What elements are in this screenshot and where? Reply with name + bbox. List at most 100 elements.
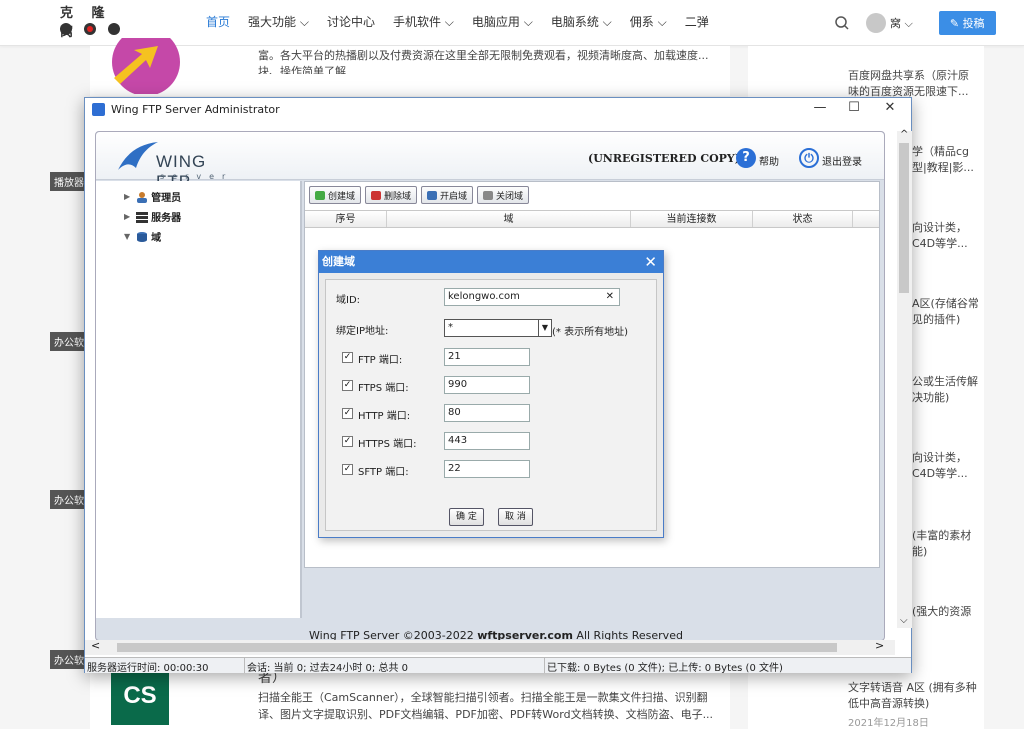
- nav-home[interactable]: 首页: [206, 13, 230, 30]
- wing-logo-icon: [118, 142, 158, 170]
- bg-right-item-2[interactable]: 学（精品cg型|教程|影...: [912, 144, 982, 176]
- window-titlebar[interactable]: Wing FTP Server Administrator — ☐ ✕: [85, 98, 911, 120]
- domain-id-input[interactable]: kelongwo.com ✕: [444, 288, 620, 306]
- dialog-body: 域ID: kelongwo.com ✕ 绑定IP地址: * ▼ (* 表示所有地…: [325, 279, 657, 531]
- col-index[interactable]: 序号: [305, 211, 387, 227]
- http-port-input[interactable]: 80: [444, 404, 530, 422]
- dialog-title: 创建域: [322, 255, 355, 268]
- nav-features[interactable]: 强大功能 ⌵: [248, 13, 309, 30]
- nav-pc-apps[interactable]: 电脑应用 ⌵: [472, 13, 533, 30]
- dialog-titlebar[interactable]: 创建域 ✕: [319, 251, 663, 273]
- bg-right-item-8[interactable]: (强大的资源: [912, 604, 982, 620]
- cancel-button[interactable]: 取 消: [498, 508, 533, 526]
- site-logo[interactable]: 克 隆 窝: [56, 2, 126, 42]
- bg-article-bottom: 者） 扫描全能王（CamScanner），全球智能扫描引领者。扫描全能王是一款集…: [90, 664, 730, 729]
- maximize-button[interactable]: ☐: [837, 100, 871, 118]
- ftp-port-input[interactable]: 21: [444, 348, 530, 366]
- wingftp-logo: WING FTP server: [116, 138, 236, 191]
- bg-tag-1[interactable]: 播放器: [50, 172, 88, 191]
- logo-dots: [60, 23, 120, 35]
- scroll-up-icon[interactable]: ^: [900, 129, 908, 140]
- app-header: WING FTP server (UNREGISTERED COPY) ? 帮助…: [96, 132, 884, 191]
- col-connections[interactable]: 当前连接数: [631, 211, 753, 227]
- dialog-close-icon[interactable]: ✕: [644, 251, 657, 273]
- delete-domain-button[interactable]: 删除域: [365, 186, 418, 204]
- sftp-port-checkbox[interactable]: ✓: [342, 464, 353, 475]
- help-icon[interactable]: ?: [736, 148, 756, 168]
- clear-icon[interactable]: ✕: [606, 290, 614, 304]
- expand-arrow-icon[interactable]: ▶: [124, 212, 130, 221]
- sftp-port-label: SFTP 端口:: [358, 467, 409, 478]
- camscanner-logo[interactable]: CS: [111, 667, 169, 725]
- main-nav: 首页 强大功能 ⌵ 讨论中心 手机软件 ⌵ 电脑应用 ⌵ 电脑系统 ⌵ 佣系 ⌵…: [206, 13, 727, 30]
- vertical-scrollbar[interactable]: ^ ⌵: [897, 129, 912, 628]
- bg-tag-3[interactable]: 办公软: [50, 490, 88, 509]
- tree-label-domain: 域: [151, 233, 162, 244]
- bg-tag-4[interactable]: 办公软: [50, 650, 88, 669]
- nav-pc-systems[interactable]: 电脑系统 ⌵: [551, 13, 612, 30]
- power-icon[interactable]: ⏻: [799, 148, 819, 168]
- http-port-label: HTTP 端口:: [358, 411, 411, 422]
- nav-forum[interactable]: 讨论中心: [327, 13, 375, 30]
- bg-tag-2[interactable]: 办公软: [50, 332, 88, 351]
- https-port-checkbox[interactable]: ✓: [342, 436, 353, 447]
- sftp-port-input[interactable]: 22: [444, 460, 530, 478]
- create-domain-button[interactable]: 创建域: [309, 186, 362, 204]
- bg-right-item-7[interactable]: (丰富的素材能): [912, 528, 982, 560]
- scroll-right-icon[interactable]: >: [875, 639, 884, 652]
- ok-button[interactable]: 确 定: [449, 508, 484, 526]
- bg-right-item-1[interactable]: 百度网盘共享系（原汁原味的百度资源无限速下...: [848, 68, 978, 100]
- ftps-port-label: FTPS 端口:: [358, 383, 409, 394]
- bg-right-item-4[interactable]: A区(存储谷常见的插件): [912, 296, 982, 328]
- bind-ip-select[interactable]: * ▼: [444, 319, 552, 337]
- bg-right-item-5[interactable]: 公或生活传解决功能): [912, 374, 982, 406]
- bg-top-text-1: 富。各大平台的热播剧以及付费资源在这里全部无限制免费观看，视频清晰度高、加载速度…: [258, 49, 709, 62]
- user-name[interactable]: 窝 ⌵: [890, 15, 913, 31]
- col-status[interactable]: 状态: [753, 211, 853, 227]
- expand-arrow-icon[interactable]: ▶: [124, 192, 130, 201]
- ftp-port-checkbox[interactable]: ✓: [342, 352, 353, 363]
- bg-right-item-3[interactable]: 向设计类，C4D等学...: [912, 220, 982, 252]
- start-domain-icon: [427, 190, 438, 200]
- bg-right-bottom-title[interactable]: 文字转语音 A区 (拥有多种低中高音源转换): [848, 680, 978, 712]
- bg-right-item-6[interactable]: 向设计类，C4D等学...: [912, 450, 982, 482]
- tree-item-server[interactable]: ▶ 服务器: [124, 209, 181, 224]
- create-domain-dialog: 创建域 ✕ 域ID: kelongwo.com ✕ 绑定IP地址: * ▼ (*…: [318, 250, 664, 538]
- server-icon: [136, 211, 149, 223]
- status-sessions: 会话: 当前 0; 过去24小时 0; 总共 0: [245, 658, 545, 673]
- chevron-down-icon[interactable]: ▼: [538, 319, 552, 337]
- vscroll-thumb[interactable]: [899, 143, 909, 293]
- bind-ip-hint: (* 表示所有地址): [552, 327, 628, 338]
- domain-icon: [137, 231, 148, 242]
- status-transfer: 已下载: 0 Bytes (0 文件); 已上传: 0 Bytes (0 文件): [547, 663, 783, 673]
- nav-misc[interactable]: 佣系 ⌵: [630, 13, 667, 30]
- nav-second[interactable]: 二弹: [685, 13, 709, 30]
- horizontal-scrollbar[interactable]: < >: [85, 639, 895, 655]
- http-port-checkbox[interactable]: ✓: [342, 408, 353, 419]
- ftps-port-input[interactable]: 990: [444, 376, 530, 394]
- start-domain-button[interactable]: 开启域: [421, 186, 474, 204]
- help-link[interactable]: 帮助: [759, 153, 779, 168]
- nav-mobile[interactable]: 手机软件 ⌵: [393, 13, 454, 30]
- tree-item-admins[interactable]: ▶ 管理员: [124, 189, 181, 204]
- tree-item-domain[interactable]: ▼ 域: [124, 229, 161, 244]
- col-domain[interactable]: 域: [387, 211, 631, 227]
- avatar[interactable]: [866, 13, 886, 33]
- search-icon[interactable]: [834, 15, 850, 31]
- domain-toolbar: 创建域 删除域 开启域 关闭域: [309, 186, 530, 204]
- collapse-arrow-icon[interactable]: ▼: [124, 232, 130, 241]
- tree-label-admins: 管理员: [151, 193, 182, 204]
- logout-link[interactable]: 退出登录: [822, 153, 862, 168]
- ftps-port-checkbox[interactable]: ✓: [342, 380, 353, 391]
- close-button[interactable]: ✕: [873, 100, 907, 118]
- nav-right: 窝 ⌵ ✎ 投稿: [834, 11, 996, 35]
- nav-tree: ▶ 管理员 ▶ 服务器 ▼ 域: [96, 181, 302, 618]
- minimize-button[interactable]: —: [803, 100, 837, 118]
- hscroll-thumb[interactable]: [117, 643, 837, 652]
- stop-domain-button[interactable]: 关闭域: [477, 186, 530, 204]
- scroll-left-icon[interactable]: <: [91, 639, 100, 652]
- https-port-input[interactable]: 443: [444, 432, 530, 450]
- post-button[interactable]: ✎ 投稿: [938, 11, 996, 35]
- app-thumbnail-icon: [112, 38, 180, 94]
- scroll-down-icon[interactable]: ⌵: [900, 615, 908, 626]
